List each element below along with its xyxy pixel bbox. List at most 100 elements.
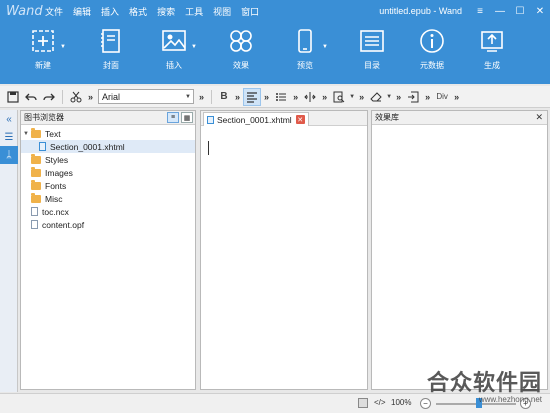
tree-view-icon[interactable]: ᛦ	[0, 146, 18, 164]
menu-search[interactable]: 搜索	[152, 5, 180, 18]
menu-insert[interactable]: 插入	[96, 5, 124, 18]
menu-tools[interactable]: 工具	[180, 5, 208, 18]
cut-icon[interactable]	[67, 88, 85, 106]
side-strip: « ☰ ᛦ	[0, 110, 18, 392]
ribbon-export-label: 生成	[484, 61, 500, 70]
toolbar-more-button[interactable]: »	[454, 92, 459, 102]
menu-window[interactable]: 窗口	[236, 5, 264, 18]
file-icon	[31, 220, 38, 229]
text-caret[interactable]	[208, 141, 209, 155]
ribbon-metadata-button[interactable]: 元数据	[407, 28, 457, 71]
find-replace-icon[interactable]	[330, 88, 348, 106]
toolbar-more-button[interactable]: »	[264, 92, 269, 102]
tree-item-toc[interactable]: toc.ncx	[21, 205, 195, 218]
toolbar-more-button[interactable]: »	[425, 92, 430, 102]
minimize-button[interactable]: —	[490, 0, 510, 22]
export-icon	[481, 31, 503, 52]
xhtml-file-icon	[207, 115, 214, 124]
undo-icon[interactable]	[22, 88, 40, 106]
tree-item-content-opf[interactable]: content.opf	[21, 218, 195, 231]
view-toggle: ≡ ▦	[167, 112, 193, 123]
tree-item-label: Text	[45, 128, 61, 139]
chevron-down-icon[interactable]: ▼	[60, 44, 66, 50]
close-tab-icon[interactable]: ✕	[295, 115, 305, 124]
tree-item-section[interactable]: Section_0001.xhtml	[21, 140, 195, 153]
tree-item-label: Section_0001.xhtml	[50, 141, 125, 152]
list-view-icon[interactable]: ☰	[0, 128, 18, 146]
toc-icon	[360, 30, 384, 52]
effects-title: 效果库	[375, 113, 399, 122]
editor-panel: Section_0001.xhtml ✕	[200, 110, 368, 390]
tree-item-label: Styles	[45, 154, 69, 165]
watermark-title: 合众软件园	[426, 371, 542, 396]
div-button[interactable]: Div	[433, 88, 451, 106]
chevron-down-icon[interactable]: ▼	[21, 131, 31, 137]
folder-icon	[31, 127, 41, 138]
menu-format[interactable]: 格式	[124, 5, 152, 18]
ribbon-toc-button[interactable]: 目录	[347, 28, 397, 71]
grid-view-button[interactable]: ▦	[181, 112, 193, 123]
bullet-list-icon[interactable]	[272, 88, 290, 106]
insert-column-icon[interactable]	[301, 88, 319, 106]
tree-item-images[interactable]: Images	[21, 166, 195, 179]
chevron-down-icon[interactable]: ▼	[191, 44, 197, 50]
chevron-down-icon[interactable]: ▼	[322, 44, 328, 50]
effects-library-panel: 效果库 ✕	[371, 110, 548, 390]
toolbar-divider	[62, 89, 63, 104]
align-left-icon[interactable]	[243, 87, 262, 106]
collapse-panel-icon[interactable]: «	[0, 110, 18, 128]
ribbon-effects-button[interactable]: 效果	[216, 28, 266, 71]
code-view-button[interactable]: </>	[374, 398, 386, 407]
design-view-icon[interactable]	[358, 398, 368, 408]
ribbon-cover-button[interactable]: 封面	[86, 28, 136, 71]
bold-button[interactable]: B	[216, 88, 232, 106]
ribbon-new-button[interactable]: 新建 ▼	[18, 28, 68, 71]
ribbon-insert-label: 插入	[166, 61, 182, 70]
zoom-level: 100%	[391, 398, 412, 407]
tree-item-fonts[interactable]: Fonts	[21, 179, 195, 192]
toolbar-more-button[interactable]: »	[322, 92, 327, 102]
tab-label: Section_0001.xhtml	[217, 114, 292, 125]
ribbon-preview-button[interactable]: 预览 ▼	[280, 28, 330, 71]
app-logo: Wand	[6, 3, 43, 19]
editor-tab-bar: Section_0001.xhtml ✕	[201, 111, 367, 126]
ribbon-export-button[interactable]: 生成	[467, 28, 517, 71]
cover-icon	[101, 29, 120, 53]
toolbar-more-button[interactable]: »	[293, 92, 298, 102]
image-icon	[162, 30, 186, 51]
tab-section-0001[interactable]: Section_0001.xhtml ✕	[203, 112, 309, 126]
list-view-button[interactable]: ≡	[167, 112, 179, 123]
format-toolbar: » Arial ▼ » B » » » » ▼ » ▼ » » Div »	[0, 86, 550, 108]
tree-item-text[interactable]: ▼ Text	[21, 127, 195, 140]
toolbar-more-button[interactable]: »	[396, 92, 401, 102]
xhtml-file-icon	[39, 142, 46, 151]
menu-view[interactable]: 视图	[208, 5, 236, 18]
toolbar-more-button[interactable]: »	[88, 92, 93, 102]
menu-file[interactable]: 文件	[40, 5, 68, 18]
info-icon	[420, 29, 444, 53]
ribbon-metadata-label: 元数据	[420, 61, 444, 70]
maximize-button[interactable]: ☐	[510, 0, 530, 22]
tree-item-styles[interactable]: Styles	[21, 153, 195, 166]
close-icon[interactable]: ✕	[535, 112, 543, 123]
font-select[interactable]: Arial ▼	[98, 89, 195, 104]
effects-header: 效果库 ✕	[372, 111, 547, 125]
eraser-icon[interactable]	[367, 88, 385, 106]
menu-edit[interactable]: 编辑	[68, 5, 96, 18]
chevron-down-icon[interactable]: ▼	[348, 88, 356, 106]
save-icon[interactable]	[4, 88, 22, 106]
options-menu-icon[interactable]: ≡	[470, 0, 490, 22]
redo-icon[interactable]	[40, 88, 58, 106]
ribbon: 新建 ▼ 封面 插入 ▼ 效果 预览 ▼ 目录 元数据 生成	[0, 22, 550, 84]
toolbar-divider	[211, 89, 213, 104]
chevron-down-icon: ▼	[185, 93, 191, 100]
chevron-down-icon[interactable]: ▼	[385, 88, 393, 106]
close-button[interactable]: ✕	[530, 0, 550, 22]
toolbar-more-button[interactable]: »	[199, 92, 204, 102]
toolbar-more-button[interactable]: »	[235, 92, 240, 102]
ribbon-insert-button[interactable]: 插入 ▼	[149, 28, 199, 71]
insert-file-icon[interactable]	[404, 88, 422, 106]
tree-item-misc[interactable]: Misc	[21, 192, 195, 205]
toolbar-more-button[interactable]: »	[359, 92, 364, 102]
watermark: 合众软件园 www.hezhong.net	[427, 365, 542, 404]
